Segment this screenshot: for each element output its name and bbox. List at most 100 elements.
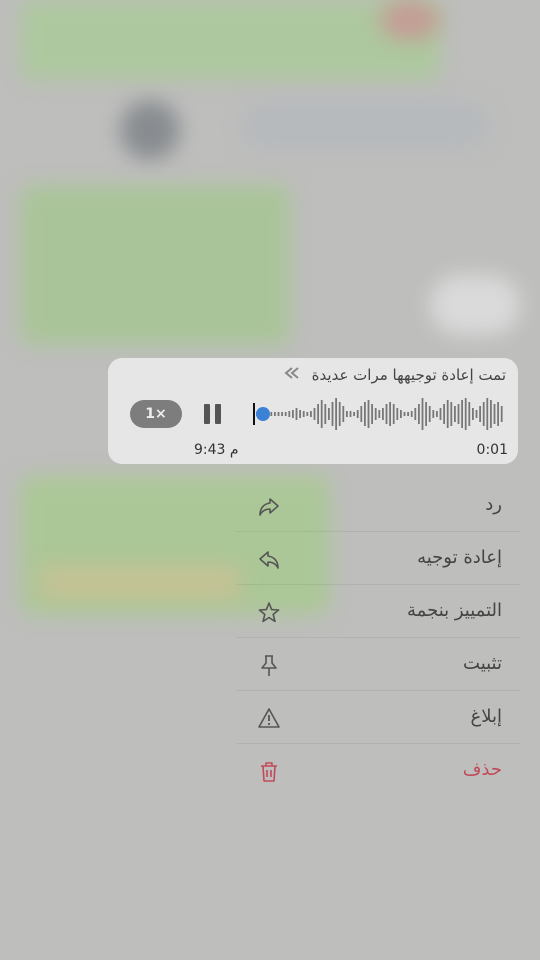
waveform-bar (428, 406, 431, 422)
waveform-bar (450, 402, 453, 426)
waveform-bar (389, 402, 391, 426)
pause-icon-bar (215, 404, 221, 424)
waveform-bar (432, 410, 435, 418)
menu-item-label: رد (485, 494, 502, 515)
waveform-bar (382, 408, 384, 420)
waveform-bar (407, 412, 409, 416)
star-icon (256, 600, 282, 626)
waveform-bar (313, 408, 316, 420)
waveform-bar (367, 400, 370, 428)
waveform-bar (306, 412, 309, 416)
playhead-line (253, 403, 255, 425)
separator (236, 584, 520, 585)
reply-icon (256, 494, 282, 520)
forwarded-label: تمت إعادة توجيهها مرات عديدة (311, 366, 506, 384)
separator (236, 637, 520, 638)
waveform-bar (284, 412, 287, 416)
waveform-bar (490, 400, 492, 428)
waveform-bar (270, 412, 273, 416)
waveform-bar (324, 404, 327, 424)
menu-item-label: تثبيت (463, 653, 502, 674)
waveform-bar (331, 402, 334, 426)
waveform-bar (457, 404, 460, 424)
menu-item-label: التمييز بنجمة (407, 600, 502, 621)
message-context-menu: رد إعادة توجيه التمييز بنجمة تثبيت إبلاغ (236, 480, 520, 800)
separator (236, 690, 520, 691)
waveform-bar (493, 404, 496, 424)
waveform-bar (281, 412, 283, 416)
waveform-bar (302, 411, 305, 417)
waveform-bar (346, 411, 348, 417)
playback-speed-label: 1× (145, 406, 167, 422)
audio-waveform[interactable] (248, 396, 506, 432)
waveform-bar (486, 398, 489, 430)
playhead-knob[interactable] (256, 407, 270, 421)
waveform-bar (295, 408, 298, 420)
waveform-bar (410, 411, 413, 417)
waveform-bar (374, 408, 377, 420)
menu-item-pin[interactable]: تثبيت (236, 639, 520, 691)
waveform-bar (414, 408, 417, 420)
waveform-bar (497, 402, 499, 426)
waveform-bar (335, 398, 337, 430)
separator (236, 743, 520, 744)
menu-item-label: إبلاغ (470, 706, 503, 727)
waveform-bar (396, 408, 399, 420)
waveform-bar (475, 410, 478, 418)
waveform-bar (349, 411, 352, 417)
menu-item-star[interactable]: التمييز بنجمة (236, 586, 520, 638)
waveform-bar (418, 404, 420, 424)
waveform-bar (378, 410, 381, 418)
waveform-bar (400, 410, 402, 418)
trash-icon (256, 759, 282, 785)
menu-item-forward[interactable]: إعادة توجيه (236, 533, 520, 585)
waveform-bar (392, 404, 395, 424)
menu-item-label: حذف (462, 759, 502, 780)
waveform-bar (425, 402, 427, 426)
playback-speed-button[interactable]: 1× (130, 400, 182, 428)
waveform-bar (403, 412, 406, 416)
waveform-bar (500, 406, 503, 422)
forward-icon (256, 547, 282, 573)
waveform-bar (446, 400, 449, 428)
pin-icon (256, 653, 282, 679)
menu-item-reply[interactable]: رد (236, 480, 520, 532)
double-forward-icon (284, 366, 306, 384)
waveform-bar (310, 411, 312, 417)
pause-icon (204, 404, 210, 424)
waveform-bar (479, 406, 481, 422)
waveform-bar (464, 398, 467, 430)
waveform-bar (288, 411, 291, 417)
pause-button[interactable] (204, 404, 224, 424)
voice-message-bubble[interactable]: تمت إعادة توجيهها مرات عديدة 1× 9:43 م 0… (108, 358, 518, 464)
waveform-bar (439, 408, 442, 420)
waveform-bar (443, 404, 445, 424)
menu-item-report[interactable]: إبلاغ (236, 692, 520, 744)
waveform-bar (482, 402, 485, 426)
menu-item-delete[interactable]: حذف (236, 745, 520, 797)
warning-icon (256, 706, 282, 732)
waveform-bar (320, 400, 323, 428)
waveform-bar (356, 410, 359, 418)
waveform-bar (274, 412, 276, 416)
separator (236, 531, 520, 532)
waveform-bar (385, 404, 388, 424)
waveform-bar (421, 398, 424, 430)
audio-duration: 0:01 (476, 442, 508, 458)
waveform-bar (461, 400, 463, 428)
waveform-bar (299, 410, 301, 418)
forwarded-indicator: تمت إعادة توجيهها مرات عديدة (284, 366, 506, 384)
waveform-bar (472, 408, 474, 420)
waveform-bar (353, 412, 355, 416)
message-time: 9:43 م (194, 442, 239, 458)
waveform-bar (454, 406, 456, 422)
waveform-bar (317, 404, 319, 424)
waveform-bar (468, 402, 471, 426)
waveform-bar (292, 410, 294, 418)
waveform-bar (338, 402, 341, 426)
waveform-bar (277, 412, 280, 416)
waveform-bar (364, 402, 366, 426)
waveform-bar (371, 404, 373, 424)
waveform-bar (436, 411, 438, 417)
menu-item-label: إعادة توجيه (417, 547, 502, 568)
